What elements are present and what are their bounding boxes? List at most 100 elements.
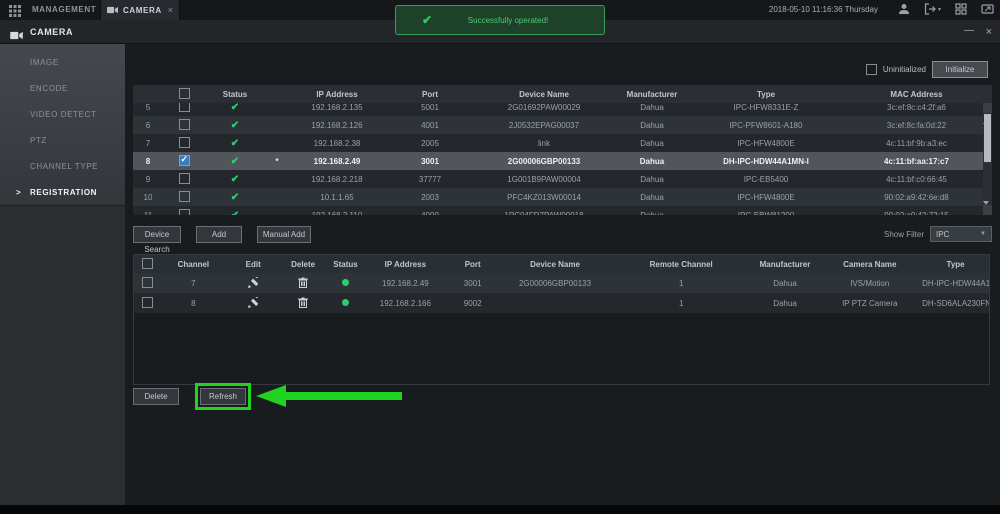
select-all-checkbox[interactable]: [142, 258, 153, 269]
row-checkbox[interactable]: [142, 277, 153, 288]
status-connected-icon: [342, 279, 349, 286]
delete-trash-icon[interactable]: [298, 297, 308, 310]
scroll-down-icon[interactable]: [983, 205, 992, 215]
row-checkbox[interactable]: [179, 103, 190, 112]
initialize-button[interactable]: Initialize: [932, 61, 988, 78]
col-delete: Delete: [281, 260, 326, 269]
table-row[interactable]: 7 192.168.2.49 3001 2G00006GBP00133 1 Da…: [134, 273, 989, 293]
col-status: Status: [326, 260, 366, 269]
filter-selected-value: IPC: [936, 230, 980, 239]
col-channel: Channel: [161, 260, 226, 269]
row-checkbox[interactable]: [142, 297, 153, 308]
col-ip-address: IP Address: [365, 260, 445, 269]
tab-management[interactable]: MANAGEMENT: [32, 0, 96, 20]
annotation-arrow-icon: [256, 384, 402, 408]
row-checkbox-checked[interactable]: [179, 155, 190, 166]
select-all-checkbox[interactable]: [179, 88, 190, 99]
device-search-button[interactable]: Device Search: [133, 226, 181, 243]
table-row[interactable]: 7 ✔ 192.168.2.38 2005 link Dahua IPC-HFW…: [133, 134, 992, 152]
toast-check-icon: ✔: [422, 13, 432, 27]
device-table-header: Status IP Address Port Device Name Manuf…: [133, 85, 992, 103]
status-connected-icon: [342, 299, 349, 306]
scroll-up-icon[interactable]: [983, 103, 992, 113]
status-ok-icon: ✔: [231, 210, 239, 216]
table-row-selected[interactable]: 8 ✔ * 192.168.2.49 3001 2G00006GBP00133 …: [133, 152, 992, 170]
col-device-name: Device Name: [475, 90, 613, 99]
page-title: CAMERA: [30, 20, 73, 44]
edit-pencil-icon[interactable]: [248, 277, 259, 290]
success-toast: ✔ Successfully operated!: [395, 5, 605, 35]
status-ok-icon: ✔: [231, 156, 239, 167]
refresh-button[interactable]: Refresh: [200, 388, 246, 405]
show-filter-label: Show Filter: [884, 230, 924, 239]
row-checkbox[interactable]: [179, 137, 190, 148]
delete-button[interactable]: Delete: [133, 388, 179, 405]
row-checkbox[interactable]: [179, 119, 190, 130]
table-row[interactable]: 8 192.168.2.166 9002 1 Dahua IP PTZ Came…: [134, 293, 989, 313]
refresh-highlight-annotation: Refresh: [195, 383, 251, 410]
col-port: Port: [385, 90, 475, 99]
sidebar-item-registration[interactable]: >REGISTRATION: [0, 180, 125, 206]
col-manufacturer: Manufacturer: [753, 260, 818, 269]
chevron-down-icon: ▼: [980, 231, 986, 237]
minimize-icon[interactable]: —: [964, 20, 974, 44]
logout-caret-icon: ▾: [938, 6, 941, 13]
window-bottom-edge: [0, 505, 1000, 514]
tab-close-icon[interactable]: ×: [168, 5, 173, 15]
sidebar-item-video-detect[interactable]: VIDEO DETECT: [0, 102, 125, 128]
added-table-header: Channel Edit Delete Status IP Address Po…: [134, 255, 989, 273]
row-checkbox[interactable]: [179, 173, 190, 184]
tab-camera[interactable]: CAMERA ×: [100, 0, 180, 20]
col-manufacturer: Manufacturer: [613, 90, 691, 99]
sidebar-item-image[interactable]: IMAGE: [0, 50, 125, 76]
col-type: Type: [691, 90, 841, 99]
table-row[interactable]: 11 ✔ 192.168.2.110 4000 1PC04FD7PAW00018…: [133, 206, 992, 215]
delete-trash-icon[interactable]: [298, 277, 308, 290]
close-icon[interactable]: ×: [986, 20, 992, 44]
sidebar-item-ptz[interactable]: PTZ: [0, 128, 125, 154]
manual-add-button[interactable]: Manual Add: [257, 226, 311, 243]
table-row[interactable]: 10 ✔ 10.1.1.65 2003 PFC4KZ013W00014 Dahu…: [133, 188, 992, 206]
added-devices-table: Channel Edit Delete Status IP Address Po…: [133, 254, 990, 385]
sidebar: IMAGE ENCODE VIDEO DETECT PTZ CHANNEL TY…: [0, 44, 125, 505]
logout-icon[interactable]: ▾: [924, 3, 941, 15]
datetime-display: 2018-05-10 11:16:36 Thursday: [769, 0, 878, 20]
show-filter-dropdown[interactable]: IPC ▼: [930, 226, 992, 242]
camera-icon: [107, 1, 118, 19]
active-item-arrow-icon: >: [16, 180, 21, 206]
tab-camera-label: CAMERA: [123, 6, 162, 15]
edit-pencil-icon[interactable]: [248, 297, 259, 310]
row-checkbox[interactable]: [179, 191, 190, 202]
vertical-scrollbar[interactable]: [983, 103, 992, 215]
uninitialized-label: Uninitialized: [883, 65, 926, 74]
toast-message: Successfully operated!: [432, 16, 604, 25]
sidebar-item-encode[interactable]: ENCODE: [0, 76, 125, 102]
col-remote-channel: Remote Channel: [610, 260, 753, 269]
layout-grid-icon[interactable]: [955, 3, 967, 15]
table-row[interactable]: 9 ✔ 192.168.2.218 37777 1G001B9PAW00004 …: [133, 170, 992, 188]
col-device-name: Device Name: [500, 260, 610, 269]
init-bar: Uninitialized Initialize: [866, 61, 988, 78]
uninitialized-checkbox[interactable]: [866, 64, 877, 75]
sidebar-item-channel-type[interactable]: CHANNEL TYPE: [0, 154, 125, 180]
col-port: Port: [445, 260, 500, 269]
main-content: Uninitialized Initialize Status IP Addre…: [125, 44, 1000, 505]
col-camera-name: Camera Name: [817, 260, 922, 269]
table-row[interactable]: 6 ✔ 192.168.2.126 4001 2J0532EPAG00037 D…: [133, 116, 992, 134]
table-row[interactable]: 5 ✔ 192.168.2.135 5001 2G01692PAW00029 D…: [133, 103, 992, 116]
scrollbar-thumb[interactable]: [984, 114, 991, 162]
status-ok-icon: ✔: [231, 120, 239, 131]
row-checkbox[interactable]: [179, 209, 190, 216]
device-table: Status IP Address Port Device Name Manuf…: [133, 85, 992, 215]
status-ok-icon: ✔: [231, 174, 239, 185]
col-status: Status: [205, 90, 265, 99]
user-icon[interactable]: [898, 3, 910, 15]
nvr-app-window: MANAGEMENT CAMERA × 2018-05-10 11:16:36 …: [0, 0, 1000, 514]
add-button[interactable]: Add: [196, 226, 242, 243]
device-table-body: 5 ✔ 192.168.2.135 5001 2G01692PAW00029 D…: [133, 103, 992, 215]
col-ip-address: IP Address: [289, 90, 385, 99]
display-output-icon[interactable]: [981, 3, 994, 15]
status-ok-icon: ✔: [231, 103, 239, 113]
col-edit: Edit: [226, 260, 281, 269]
col-mac-address: MAC Address: [841, 90, 992, 99]
